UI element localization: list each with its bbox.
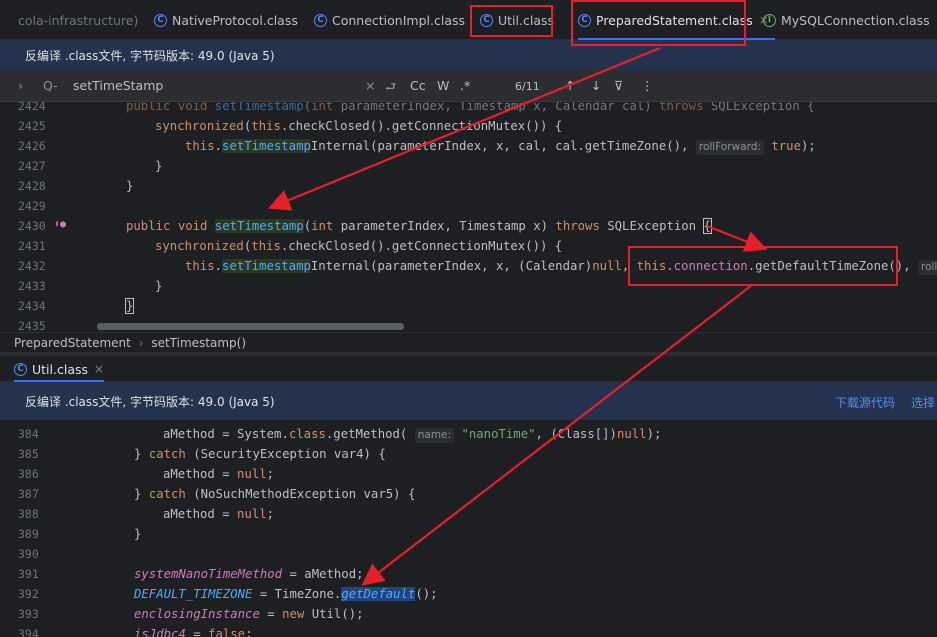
split-tab-bar: C Util.class ×	[0, 356, 937, 382]
tab-preparedstatement[interactable]: C PreparedStatement.class ×	[578, 0, 775, 40]
close-icon[interactable]: ×	[94, 362, 104, 376]
code-line: }	[126, 179, 134, 193]
filter-icon[interactable]: ⊽	[614, 78, 623, 93]
search-input[interactable]: setTimeStamp	[73, 78, 163, 93]
code-line: synchronized(this.checkClosed().getConne…	[155, 239, 563, 253]
code-line: }	[124, 298, 135, 314]
breadcrumb-method[interactable]: setTimestamp()	[151, 336, 246, 350]
clear-search-icon[interactable]: ×	[365, 78, 375, 93]
tab-mysqlconnection[interactable]: I MySQLConnection.class	[763, 0, 930, 40]
regex-toggle[interactable]: .*	[460, 78, 470, 93]
next-match-icon[interactable]: ↓	[591, 78, 601, 93]
match-count: 6/11	[515, 80, 540, 93]
tab-cola-infrastructure[interactable]: cola-infrastructure)	[18, 0, 138, 40]
choose-sources-link[interactable]: 选择	[911, 394, 935, 411]
code-line: }	[155, 279, 163, 293]
code-line: this.setTimestampInternal(parameterIndex…	[185, 256, 937, 276]
tab-util[interactable]: C Util.class	[480, 0, 554, 40]
whole-words-toggle[interactable]: W	[437, 78, 449, 93]
tab-connectionimpl[interactable]: C ConnectionImpl.class	[314, 0, 465, 40]
override-icon[interactable]: ⬆●	[54, 219, 66, 230]
match-case-toggle[interactable]: Cc	[410, 78, 426, 93]
editor-util[interactable]: 384 385 386 387 388 389 390 391 392 393 …	[0, 420, 937, 637]
breadcrumb: PreparedStatement › setTimestamp()	[0, 332, 937, 352]
code-line: }	[134, 527, 142, 541]
download-sources-link[interactable]: 下载源代码	[835, 394, 895, 411]
editor-preparedstatement[interactable]: 2424 2425 2426 2427 2428 2429 2430 2431 …	[0, 102, 937, 332]
class-icon: C	[314, 13, 327, 27]
param-hint: rollForward:	[695, 140, 764, 155]
expand-replace-toggle[interactable]: ›	[18, 78, 23, 93]
code-line: aMethod = System.class.getMethod( name: …	[163, 427, 662, 443]
code-line: this.setTimestampInternal(parameterIndex…	[185, 139, 816, 155]
find-bar: › Q- setTimeStamp × ⮐ Cc W .* 6/11 ↑ ↓ ⊽…	[0, 70, 937, 102]
previous-match-icon[interactable]: ↑	[565, 78, 575, 93]
more-options-icon[interactable]: ⋮	[641, 78, 654, 93]
decompiled-info-bar-split: 反编译 .class文件, 字节码版本: 49.0 (Java 5) 下载源代码…	[0, 382, 937, 420]
code-line: enclosingInstance = new Util();	[134, 607, 364, 621]
editor-tab-bar: cola-infrastructure) C NativeProtocol.cl…	[0, 0, 937, 40]
tab-util-split[interactable]: C Util.class ×	[14, 356, 105, 382]
interface-icon: I	[763, 13, 776, 27]
code-line: public void setTimestamp(int parameterIn…	[126, 218, 712, 234]
line-gutter: 2424 2425 2426 2427 2428 2429 2430 2431 …	[18, 102, 46, 332]
class-icon: C	[480, 13, 493, 27]
code-line: DEFAULT_TIMEZONE = TimeZone.getDefault()…	[134, 587, 438, 601]
search-icon[interactable]: Q-	[43, 78, 58, 93]
code-line: systemNanoTimeMethod = aMethod;	[134, 567, 364, 581]
code-line: isJdbc4 = false;	[134, 627, 253, 637]
new-line-icon[interactable]: ⮐	[385, 78, 396, 99]
code-line: } catch (NoSuchMethodException var5) {	[134, 487, 416, 501]
code-line: public void setTimestamp(int parameterIn…	[126, 102, 815, 113]
class-icon: C	[14, 362, 27, 376]
param-hint: name:	[414, 428, 455, 443]
class-icon: C	[154, 13, 167, 27]
code-line: aMethod = null;	[163, 467, 275, 481]
tab-nativeprotocol[interactable]: C NativeProtocol.class	[154, 0, 298, 40]
horizontal-scrollbar[interactable]	[97, 323, 404, 330]
code-line: } catch (SecurityException var4) {	[134, 447, 386, 461]
code-line: synchronized(this.checkClosed().getConne…	[155, 119, 563, 133]
breadcrumb-class[interactable]: PreparedStatement	[14, 336, 131, 350]
decompiled-info-bar: 反编译 .class文件, 字节码版本: 49.0 (Java 5)	[0, 40, 937, 70]
class-icon: C	[578, 13, 591, 27]
code-line: aMethod = null;	[163, 507, 275, 521]
line-gutter: 384 385 386 387 388 389 390 391 392 393 …	[18, 427, 39, 637]
param-hint: rollF	[918, 260, 937, 275]
code-line: }	[155, 159, 163, 173]
